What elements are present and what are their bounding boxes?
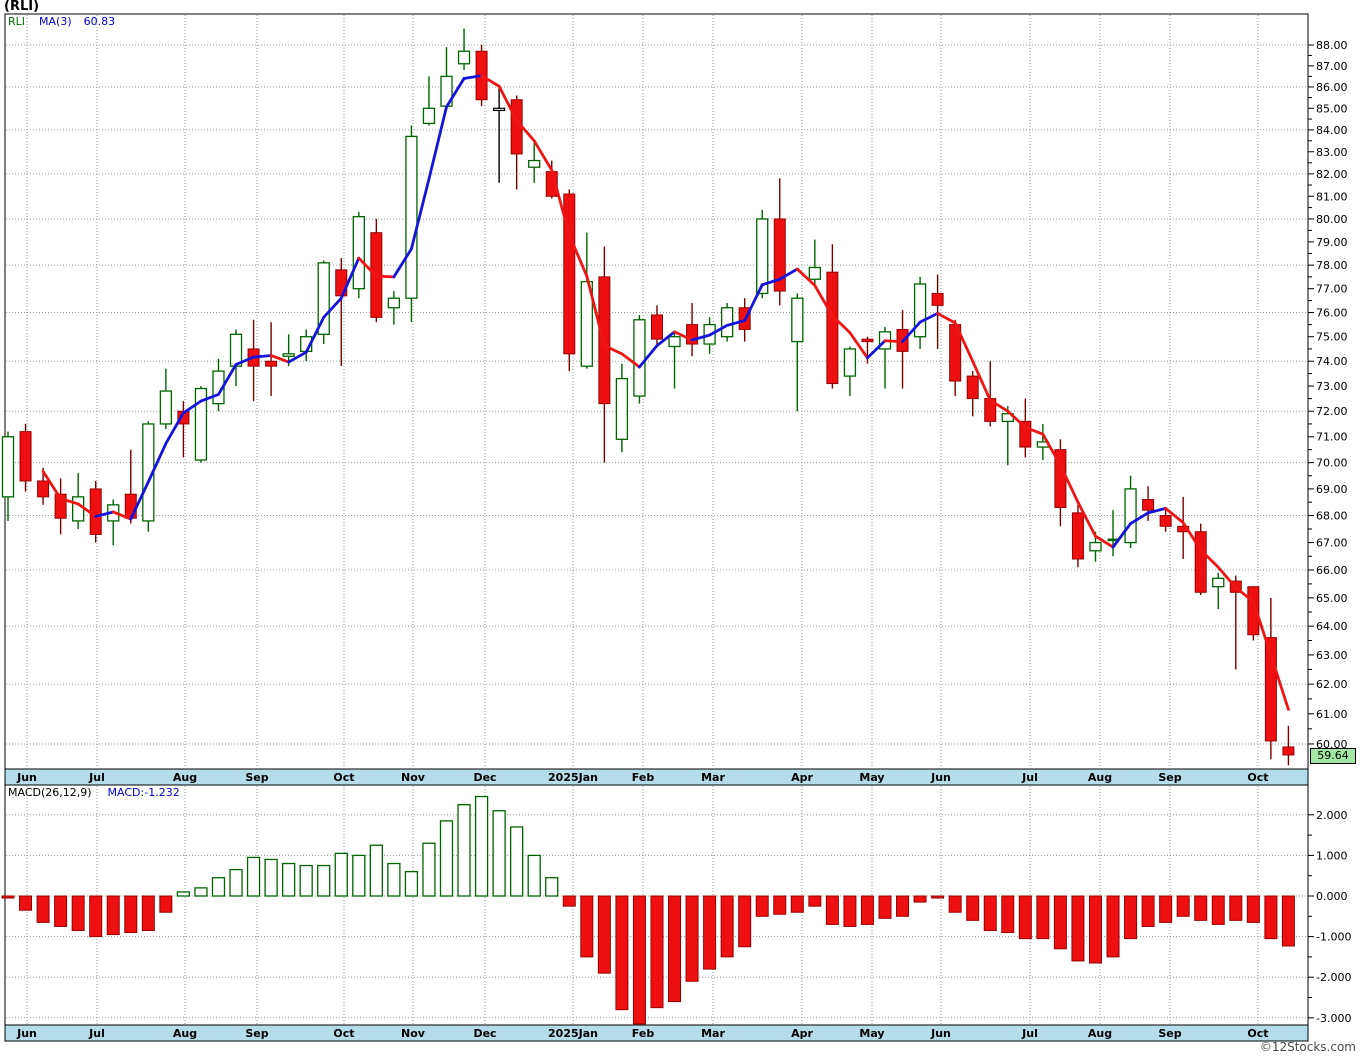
price-legend: RLI MA(3) 60.83 <box>8 15 115 41</box>
svg-text:Jun: Jun <box>16 771 37 784</box>
svg-text:Oct: Oct <box>1247 771 1268 784</box>
svg-text:Jul: Jul <box>1021 771 1038 784</box>
svg-text:Aug: Aug <box>1088 1027 1112 1040</box>
chart-canvas: 60.0061.0062.0063.0064.0065.0066.0067.00… <box>1 13 1351 1042</box>
svg-text:80.00: 80.00 <box>1316 213 1348 226</box>
svg-text:70.00: 70.00 <box>1316 457 1348 470</box>
svg-text:63.00: 63.00 <box>1316 649 1348 662</box>
svg-text:Jul: Jul <box>88 771 105 784</box>
svg-text:Oct: Oct <box>333 771 354 784</box>
svg-text:Oct: Oct <box>333 1027 354 1040</box>
macd-legend: MACD(26,12,9) MACD:-1.232 <box>8 786 180 812</box>
svg-text:Aug: Aug <box>173 771 197 784</box>
svg-text:Nov: Nov <box>401 1027 426 1040</box>
svg-text:84.00: 84.00 <box>1316 124 1348 137</box>
svg-text:76.00: 76.00 <box>1316 307 1348 320</box>
ma-label: MA(3) <box>39 15 72 28</box>
svg-text:61.00: 61.00 <box>1316 708 1348 721</box>
svg-text:-2.000: -2.000 <box>1316 971 1351 984</box>
svg-text:-3.000: -3.000 <box>1316 1012 1351 1025</box>
symbol-label: RLI <box>8 15 26 28</box>
chart-title: (RLI) <box>4 0 40 14</box>
svg-text:1.000: 1.000 <box>1316 849 1348 862</box>
svg-text:Apr: Apr <box>791 1027 813 1040</box>
svg-text:Feb: Feb <box>632 1027 655 1040</box>
svg-text:67.00: 67.00 <box>1316 537 1348 550</box>
svg-text:Jun: Jun <box>16 1027 37 1040</box>
svg-text:Aug: Aug <box>1088 771 1112 784</box>
svg-text:62.00: 62.00 <box>1316 678 1348 691</box>
svg-text:Feb: Feb <box>632 771 655 784</box>
svg-text:2.000: 2.000 <box>1316 809 1348 822</box>
svg-text:74.00: 74.00 <box>1316 355 1348 368</box>
macd-value-label: MACD:-1.232 <box>107 786 180 799</box>
svg-text:71.00: 71.00 <box>1316 431 1348 444</box>
svg-text:Jul: Jul <box>88 1027 105 1040</box>
last-price-badge: 59.64 <box>1310 748 1356 764</box>
svg-text:72.00: 72.00 <box>1316 405 1348 418</box>
svg-text:Jun: Jun <box>930 1027 951 1040</box>
svg-text:May: May <box>859 1027 884 1040</box>
svg-text:78.00: 78.00 <box>1316 259 1348 272</box>
ma-value: 60.83 <box>83 15 116 28</box>
svg-text:87.00: 87.00 <box>1316 60 1348 73</box>
svg-text:81.00: 81.00 <box>1316 190 1348 203</box>
svg-text:88.00: 88.00 <box>1316 39 1348 52</box>
svg-text:83.00: 83.00 <box>1316 146 1348 159</box>
macd-params-label: MACD(26,12,9) <box>8 786 92 799</box>
svg-text:May: May <box>859 771 884 784</box>
svg-text:64.00: 64.00 <box>1316 620 1348 633</box>
svg-text:0.000: 0.000 <box>1316 890 1348 903</box>
watermark: ©12Stocks.com <box>1259 1040 1356 1054</box>
svg-text:65.00: 65.00 <box>1316 592 1348 605</box>
svg-text:2025Jan: 2025Jan <box>548 1027 598 1040</box>
svg-text:-1.000: -1.000 <box>1316 931 1351 944</box>
svg-text:Dec: Dec <box>473 771 496 784</box>
svg-text:79.00: 79.00 <box>1316 236 1348 249</box>
svg-text:Oct: Oct <box>1247 1027 1268 1040</box>
svg-text:Sep: Sep <box>1158 1027 1181 1040</box>
svg-text:Jul: Jul <box>1021 1027 1038 1040</box>
svg-text:Nov: Nov <box>401 771 426 784</box>
svg-text:Apr: Apr <box>791 771 813 784</box>
svg-text:Aug: Aug <box>173 1027 197 1040</box>
svg-text:86.00: 86.00 <box>1316 81 1348 94</box>
svg-text:85.00: 85.00 <box>1316 102 1348 115</box>
svg-text:82.00: 82.00 <box>1316 168 1348 181</box>
stock-chart-page: 60.00 61.00 62.00 63.00 64.00 65.00 66.00 67.00… <box>0 0 1360 1056</box>
svg-text:Mar: Mar <box>701 1027 725 1040</box>
svg-text:Sep: Sep <box>245 771 268 784</box>
svg-text:66.00: 66.00 <box>1316 564 1348 577</box>
svg-text:69.00: 69.00 <box>1316 483 1348 496</box>
svg-text:73.00: 73.00 <box>1316 380 1348 393</box>
svg-text:77.00: 77.00 <box>1316 283 1348 296</box>
svg-text:2025Jan: 2025Jan <box>548 771 598 784</box>
svg-text:75.00: 75.00 <box>1316 331 1348 344</box>
svg-text:68.00: 68.00 <box>1316 510 1348 523</box>
svg-text:Jun: Jun <box>930 771 951 784</box>
svg-text:Dec: Dec <box>473 1027 496 1040</box>
svg-text:Sep: Sep <box>245 1027 268 1040</box>
svg-text:Mar: Mar <box>701 771 725 784</box>
svg-text:Sep: Sep <box>1158 771 1181 784</box>
